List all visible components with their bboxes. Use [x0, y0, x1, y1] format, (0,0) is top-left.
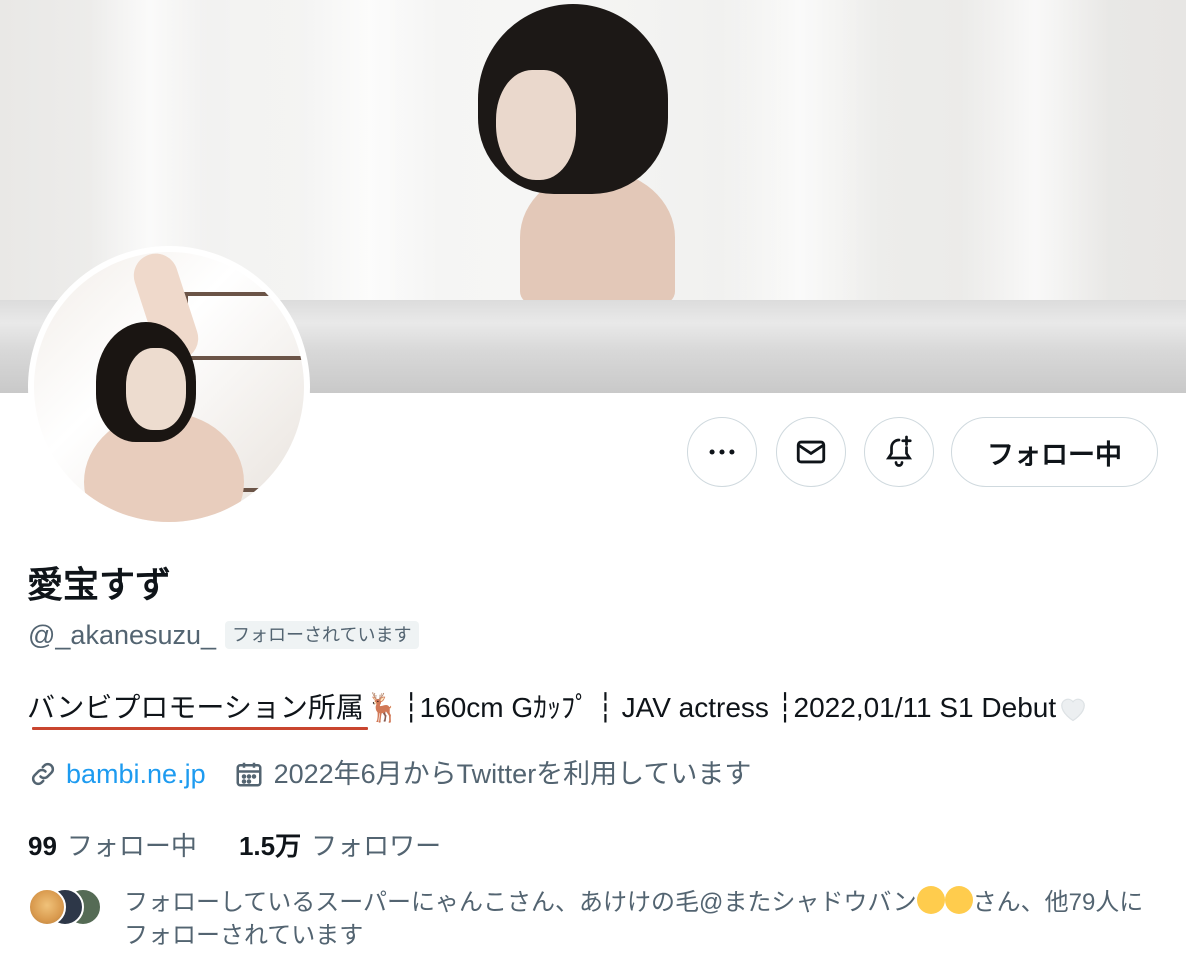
handle: @_akanesuzu_ — [28, 620, 217, 650]
following-label: フォロー中 — [66, 831, 197, 861]
crying-face-emoji — [916, 886, 945, 914]
crying-face-emoji — [944, 886, 973, 914]
followers-count-link[interactable]: 1.5万 フォロワー — [239, 828, 441, 864]
display-name: 愛宝すず — [27, 564, 172, 605]
followers-label: フォロワー — [311, 831, 442, 861]
more-button[interactable] — [687, 417, 757, 487]
follows-you-badge: フォローされています — [225, 621, 419, 649]
more-horizontal-icon — [709, 449, 735, 455]
followers-you-know-avatars — [28, 888, 102, 928]
follower-avatar — [28, 888, 66, 926]
deer-emoji: 🦌 — [365, 692, 401, 723]
bio-org: バンビプロモーション所属 — [27, 688, 368, 730]
message-button[interactable] — [776, 417, 846, 487]
profile-avatar[interactable] — [28, 246, 310, 528]
website-link[interactable]: bambi.ne.jp — [66, 756, 206, 792]
following-button[interactable]: フォロー中 — [951, 417, 1158, 487]
annotation-underline — [32, 727, 368, 730]
followers-count: 1.5万 — [238, 831, 302, 861]
bell-plus-icon — [885, 435, 913, 467]
following-count: 99 — [28, 831, 57, 861]
notifications-button[interactable] — [864, 417, 934, 487]
following-count-link[interactable]: 99 フォロー中 — [28, 828, 197, 864]
profile-meta: bambi.ne.jp 2022年6月からTwitterを利用しています — [28, 756, 751, 792]
bio: バンビプロモーション所属 🦌 ┆160cm Gｶｯﾌﾟ ┆ JAV actres… — [27, 688, 1088, 730]
white-heart-icon — [1061, 698, 1086, 722]
bio-org-text: バンビプロモーション所属 — [27, 692, 364, 723]
link-icon — [31, 762, 55, 786]
follow-counts: 99 フォロー中 1.5万 フォロワー — [28, 828, 441, 864]
followed-by-prefix: フォローしているスーパーにゃんこさん、あけけの毛@またシャドウバン — [124, 889, 917, 916]
followers-you-know-text: フォローしているスーパーにゃんこさん、あけけの毛@またシャドウバン さん、他79人… — [124, 886, 1154, 952]
joined-date: 2022年6月からTwitterを利用しています — [273, 759, 752, 789]
bio-text: ┆160cm Gｶｯﾌﾟ ┆ JAV actress ┆2022,01/11 S… — [402, 692, 1057, 723]
mail-icon — [796, 440, 826, 464]
calendar-icon — [236, 762, 262, 787]
handle-row: @_akanesuzu_ フォローされています — [28, 617, 419, 653]
